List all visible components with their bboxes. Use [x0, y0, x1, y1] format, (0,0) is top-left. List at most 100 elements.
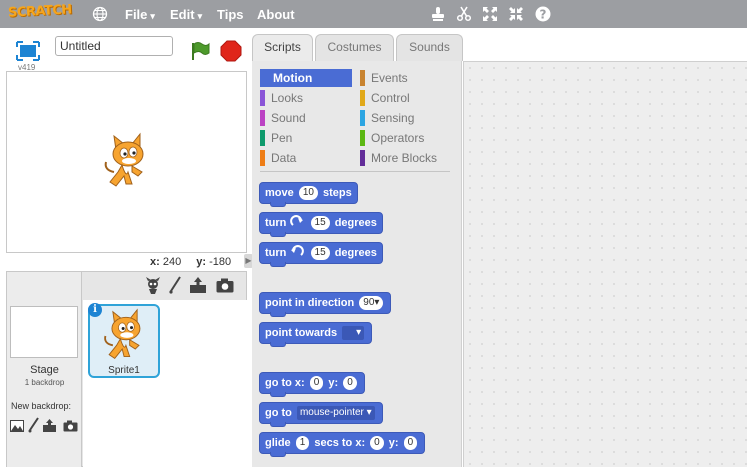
scratch-logo[interactable]: SCRATCH	[8, 2, 72, 20]
block-label: point towards	[265, 327, 338, 339]
stage-selector[interactable]: Stage 1 backdrop New backdrop:	[7, 272, 82, 467]
category-motion[interactable]: Motion	[260, 69, 352, 87]
chevron-down-icon: ▾	[197, 11, 203, 21]
sprite-name: Sprite1	[108, 365, 140, 376]
editor-tabs: Scripts Costumes Sounds	[252, 34, 463, 63]
block-label: turn	[265, 217, 287, 229]
sprite-list: i Sprite1	[83, 300, 248, 467]
backdrop-library-icon[interactable]	[10, 420, 24, 432]
mouse-coordinates: x: 240 y: -180	[150, 256, 231, 268]
stage-label: Stage	[30, 364, 59, 376]
presentation-mode-icon[interactable]	[16, 41, 40, 61]
block-point-towards[interactable]: point towards ▾	[259, 322, 373, 347]
block-label: go to	[265, 407, 292, 419]
stop-sign-icon[interactable]	[220, 40, 242, 62]
category-label: Looks	[271, 91, 304, 105]
block-x-input[interactable]: 0	[370, 436, 384, 450]
block-label: point in direction	[265, 297, 355, 309]
category-label: Motion	[273, 71, 313, 85]
category-control[interactable]: Control	[360, 89, 452, 107]
block-categories: Motion Looks Sound Pen Data Events Contr…	[260, 67, 454, 172]
stage-canvas[interactable]	[6, 71, 247, 253]
block-label: steps	[323, 187, 352, 199]
block-go-to[interactable]: go to mouse-pointer ▾	[259, 402, 383, 427]
category-label: More Blocks	[371, 151, 438, 165]
backdrop-count: 1 backdrop	[24, 378, 65, 387]
block-label: go to x:	[265, 377, 305, 389]
category-color-swatch	[260, 110, 265, 126]
coord-y-value: -180	[209, 256, 232, 268]
cut-scissors-icon[interactable]	[456, 6, 472, 22]
category-label: Data	[271, 151, 297, 165]
block-secs-input[interactable]: 1	[295, 436, 310, 450]
block-turn-left[interactable]: turn 15 degrees	[259, 242, 383, 267]
new-sprite-toolbar	[83, 272, 248, 300]
grow-icon[interactable]	[482, 6, 498, 22]
paint-brush-icon[interactable]	[28, 417, 40, 433]
block-label: turn	[265, 247, 287, 259]
coord-x-value: 240	[162, 256, 182, 268]
block-number-input[interactable]: 15	[310, 216, 330, 230]
block-number-input[interactable]: 15	[310, 246, 330, 260]
upload-icon[interactable]	[42, 418, 57, 433]
category-label: Sensing	[371, 111, 415, 125]
edit-menu[interactable]: Edit ▾	[170, 7, 202, 22]
language-globe-icon[interactable]	[92, 6, 108, 22]
script-area[interactable]	[463, 61, 747, 467]
category-looks[interactable]: Looks	[260, 89, 352, 107]
block-x-input[interactable]: 0	[309, 376, 324, 390]
block-label: glide	[265, 437, 291, 449]
project-title-input[interactable]	[55, 36, 173, 56]
block-number-input[interactable]: 10	[298, 186, 318, 200]
category-events[interactable]: Events	[360, 69, 452, 87]
category-operators[interactable]: Operators	[360, 129, 452, 147]
block-move-steps[interactable]: move 10 steps	[259, 182, 358, 207]
shrink-icon[interactable]	[508, 6, 524, 22]
category-color-swatch	[260, 150, 265, 166]
stage-header: v419	[6, 34, 246, 72]
block-y-input[interactable]: 0	[403, 436, 418, 450]
block-y-input[interactable]: 0	[343, 376, 357, 390]
block-glide[interactable]: glide 1 secs to x: 0 y: 0	[259, 432, 426, 457]
category-pen[interactable]: Pen	[260, 129, 352, 147]
block-go-to-xy[interactable]: go to x: 0 y: 0	[259, 372, 365, 397]
paint-brush-icon[interactable]	[169, 276, 181, 294]
chevron-down-icon: ▾	[150, 11, 155, 21]
category-sensing[interactable]: Sensing	[360, 109, 452, 127]
file-menu-label: File	[125, 7, 148, 22]
category-color-swatch	[360, 150, 365, 166]
help-icon[interactable]: ?	[535, 6, 551, 22]
block-direction-dropdown[interactable]: 90▾	[359, 296, 384, 310]
svg-text:?: ?	[540, 8, 547, 22]
about-menu[interactable]: About	[257, 7, 295, 22]
camera-icon[interactable]	[216, 278, 234, 293]
category-color-swatch	[260, 70, 265, 86]
category-data[interactable]: Data	[260, 149, 352, 167]
block-turn-right[interactable]: turn 15 degrees	[259, 212, 383, 237]
block-label: y:	[388, 437, 399, 449]
block-target-dropdown[interactable]: mouse-pointer ▾	[296, 406, 375, 420]
cat-sprite[interactable]	[102, 132, 152, 192]
category-sound[interactable]: Sound	[260, 109, 352, 127]
rotate-clockwise-icon	[290, 215, 304, 226]
file-menu[interactable]: File ▾	[125, 7, 155, 22]
category-label: Pen	[271, 131, 293, 145]
tab-sounds[interactable]: Sounds	[396, 34, 463, 61]
sprite-library: Stage 1 backdrop New backdrop: i Sprite1	[6, 271, 248, 467]
tips-menu[interactable]: Tips	[217, 7, 244, 22]
duplicate-stamp-icon[interactable]	[430, 6, 446, 22]
block-point-in-direction[interactable]: point in direction 90▾	[259, 292, 392, 317]
sprite-tile-selected[interactable]: i Sprite1	[88, 303, 160, 378]
green-flag-icon[interactable]	[189, 40, 211, 62]
category-label: Events	[371, 71, 408, 85]
camera-icon[interactable]	[63, 420, 78, 432]
sprite-library-icon[interactable]	[145, 277, 161, 294]
category-more-blocks[interactable]: More Blocks	[360, 149, 452, 167]
rotate-counterclockwise-icon	[291, 245, 305, 256]
tab-costumes[interactable]: Costumes	[315, 34, 394, 61]
upload-icon[interactable]	[189, 276, 207, 294]
block-target-dropdown[interactable]: ▾	[342, 326, 365, 340]
block-label: y:	[328, 377, 339, 389]
tab-scripts[interactable]: Scripts	[252, 34, 313, 63]
stage-thumbnail[interactable]	[10, 306, 78, 358]
